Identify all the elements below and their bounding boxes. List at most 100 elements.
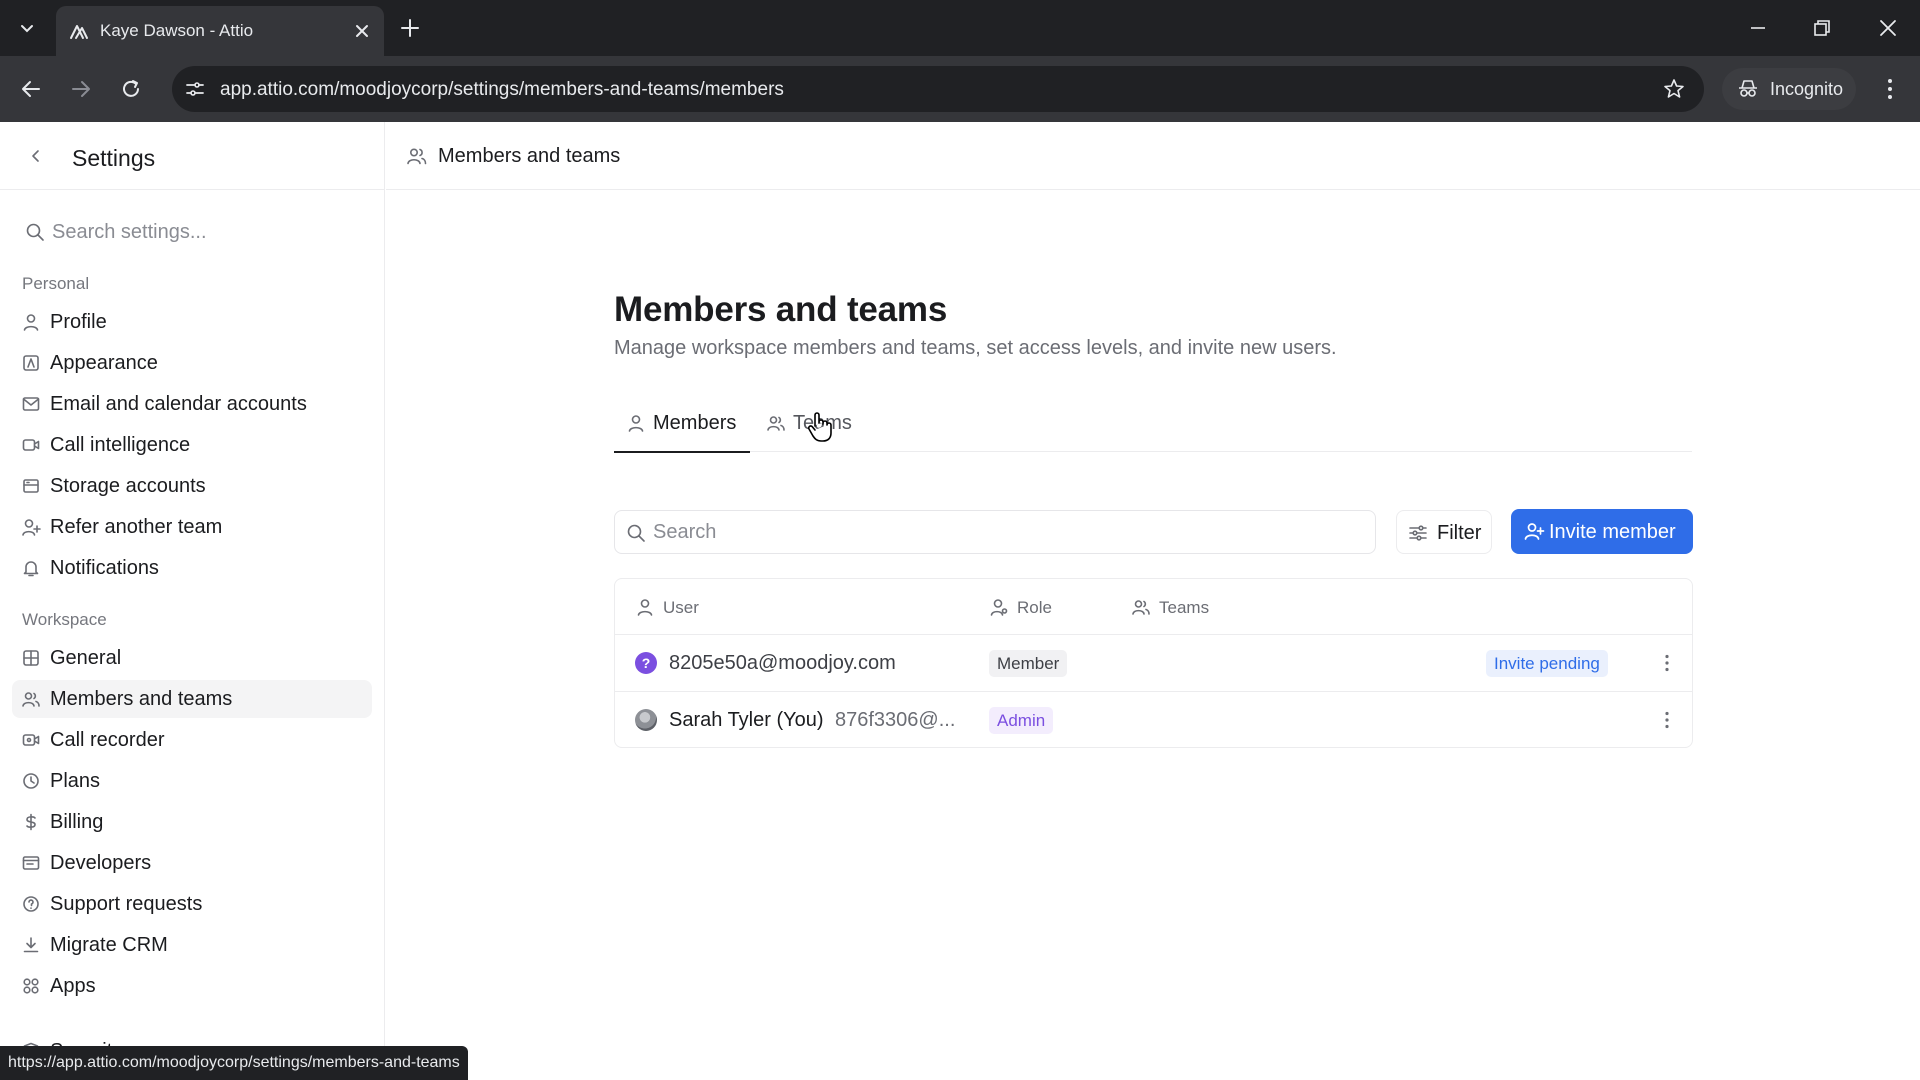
column-label: User [663, 598, 699, 618]
invite-member-button[interactable]: Invite member [1511, 509, 1693, 554]
member-email: 876f3306@... [835, 709, 955, 732]
sidebar-item-support[interactable]: Support requests [12, 885, 372, 923]
tab-search-button[interactable] [10, 11, 44, 45]
bookmark-star-icon[interactable] [1662, 77, 1686, 101]
call-intelligence-icon [21, 435, 41, 455]
call-recorder-icon [21, 730, 41, 750]
developers-icon [21, 853, 41, 873]
close-window-icon[interactable] [1876, 16, 1900, 40]
role-icon [989, 597, 1009, 617]
search-icon [625, 522, 647, 544]
sidebar-item-members-and-teams[interactable]: Members and teams [12, 680, 372, 718]
sidebar-item-label: Appearance [50, 352, 158, 375]
sidebar-title: Settings [72, 145, 155, 172]
settings-search[interactable] [20, 210, 365, 254]
role-badge[interactable]: Member [989, 650, 1067, 677]
filter-label: Filter [1437, 522, 1481, 545]
filter-button[interactable]: Filter [1396, 510, 1492, 554]
browser-toolbar: app.attio.com/moodjoycorp/settings/membe… [0, 56, 1920, 122]
members-table: User Role Teams ? 8205e50a@moodjoy.com M… [614, 578, 1693, 748]
incognito-indicator[interactable]: Incognito [1722, 68, 1856, 110]
user-icon [626, 413, 646, 433]
apps-icon [21, 976, 41, 996]
settings-search-input[interactable] [52, 214, 352, 250]
tab-label: Members [653, 412, 736, 435]
site-settings-icon[interactable] [184, 78, 206, 100]
back-arrow-icon[interactable] [18, 76, 44, 102]
sidebar-item-email-calendar[interactable]: Email and calendar accounts [12, 385, 372, 423]
restore-icon[interactable] [1810, 16, 1834, 40]
sidebar-item-notifications[interactable]: Notifications [12, 549, 372, 587]
sidebar-item-label: Refer another team [50, 516, 222, 539]
sidebar-item-general[interactable]: General [12, 639, 372, 677]
refer-icon [21, 517, 41, 537]
sidebar-item-label: Apps [50, 975, 96, 998]
users-icon [406, 145, 428, 167]
main-header: Members and teams [386, 122, 1920, 190]
section-label-workspace: Workspace [22, 610, 107, 630]
sidebar-item-migrate-crm[interactable]: Migrate CRM [12, 926, 372, 964]
bell-icon [21, 558, 41, 578]
sidebar-item-label: Call recorder [50, 729, 164, 752]
dollar-icon [21, 812, 41, 832]
member-email: 8205e50a@moodjoy.com [669, 652, 896, 675]
browser-tab-title: Kaye Dawson - Attio [100, 21, 253, 41]
table-row[interactable]: ? 8205e50a@moodjoy.com Member Invite pen… [615, 635, 1692, 692]
plans-icon [21, 771, 41, 791]
appearance-icon [21, 353, 41, 373]
close-tab-icon[interactable] [352, 21, 372, 41]
sidebar-item-developers[interactable]: Developers [12, 844, 372, 882]
user-icon [21, 312, 41, 332]
breadcrumb: Members and teams [438, 145, 620, 168]
sidebar-item-apps[interactable]: Apps [12, 967, 372, 1005]
table-row[interactable]: Sarah Tyler (You) 876f3306@... Admin [615, 692, 1692, 749]
page-subtitle: Manage workspace members and teams, set … [614, 337, 1337, 360]
sidebar-header: Settings [0, 122, 385, 190]
users-icon [21, 689, 41, 709]
members-teams-tabs: Members Teams [614, 404, 1692, 452]
sidebar-item-label: Plans [50, 770, 100, 793]
column-label: Role [1017, 598, 1052, 618]
member-name: Sarah Tyler (You) [669, 709, 824, 732]
users-icon [1131, 597, 1151, 617]
members-search[interactable] [614, 510, 1376, 554]
more-options-icon[interactable] [1655, 651, 1679, 675]
sidebar-item-refer[interactable]: Refer another team [12, 508, 372, 546]
chevron-left-icon[interactable] [26, 146, 46, 166]
browser-menu-icon[interactable] [1878, 76, 1902, 102]
sidebar-item-plans[interactable]: Plans [12, 762, 372, 800]
new-tab-icon[interactable] [398, 16, 422, 40]
column-label: Teams [1159, 598, 1209, 618]
sidebar-item-storage[interactable]: Storage accounts [12, 467, 372, 505]
settings-sidebar: Settings Personal Profile Appearance Ema… [0, 122, 385, 1080]
grid-icon [21, 648, 41, 668]
users-icon [766, 413, 786, 433]
url-text: app.attio.com/moodjoycorp/settings/membe… [220, 79, 784, 101]
sidebar-item-appearance[interactable]: Appearance [12, 344, 372, 382]
address-bar[interactable]: app.attio.com/moodjoycorp/settings/membe… [172, 66, 1704, 112]
members-search-input[interactable] [653, 515, 1353, 549]
sidebar-item-call-recorder[interactable]: Call recorder [12, 721, 372, 759]
reload-icon[interactable] [118, 76, 144, 102]
sidebar-item-billing[interactable]: Billing [12, 803, 372, 841]
sidebar-item-profile[interactable]: Profile [12, 303, 372, 341]
forward-arrow-icon[interactable] [68, 76, 94, 102]
sidebar-item-label: General [50, 647, 121, 670]
minimize-icon[interactable] [1746, 16, 1770, 40]
tab-members[interactable]: Members [614, 404, 750, 452]
role-badge[interactable]: Admin [989, 707, 1053, 734]
table-header-row: User Role Teams [615, 579, 1692, 635]
sidebar-item-label: Migrate CRM [50, 934, 168, 957]
incognito-label: Incognito [1770, 79, 1843, 100]
sidebar-item-label: Storage accounts [50, 475, 206, 498]
page-title: Members and teams [614, 290, 947, 330]
browser-tab[interactable]: Kaye Dawson - Attio [56, 6, 384, 56]
more-options-icon[interactable] [1655, 708, 1679, 732]
sidebar-item-label: Call intelligence [50, 434, 190, 457]
download-icon [21, 935, 41, 955]
sidebar-item-call-intelligence[interactable]: Call intelligence [12, 426, 372, 464]
sidebar-item-label: Developers [50, 852, 151, 875]
hand-cursor-icon [806, 410, 834, 444]
status-badge: Invite pending [1486, 650, 1608, 677]
mail-calendar-icon [21, 394, 41, 414]
